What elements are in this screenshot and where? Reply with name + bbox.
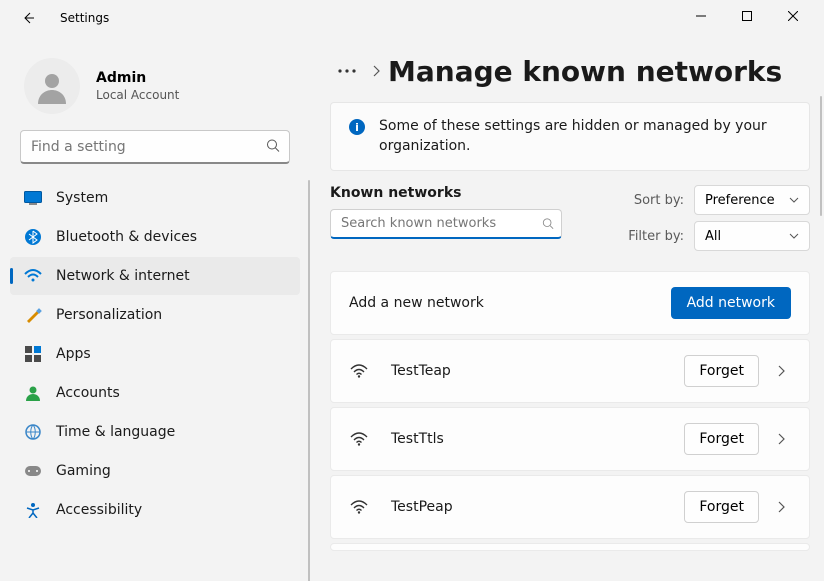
filter-by-label: Filter by: xyxy=(628,229,684,244)
system-icon xyxy=(24,189,42,207)
known-networks-controls: Known networks Sort by: Preference Filte… xyxy=(330,185,810,251)
chevron-right-icon xyxy=(777,501,785,513)
add-network-button[interactable]: Add network xyxy=(671,287,791,319)
window-title: Settings xyxy=(60,11,109,25)
sidebar-item-label: Accounts xyxy=(56,385,120,401)
network-cards: Add a new network Add network TestTeap F… xyxy=(330,271,810,551)
chevron-right-icon xyxy=(777,433,785,445)
find-setting-search[interactable] xyxy=(20,130,290,164)
gaming-icon xyxy=(24,462,42,480)
sidebar-item-label: Accessibility xyxy=(56,502,142,518)
sidebar: Admin Local Account System Bluetooth & d… xyxy=(0,36,310,581)
profile-text: Admin Local Account xyxy=(96,70,179,102)
window-controls xyxy=(678,0,816,36)
sidebar-item-time-language[interactable]: Time & language xyxy=(10,413,300,451)
maximize-button[interactable] xyxy=(724,0,770,32)
org-managed-banner: i Some of these settings are hidden or m… xyxy=(330,102,810,171)
dropdown-value: Preference xyxy=(705,193,775,208)
sort-by-dropdown[interactable]: Preference xyxy=(694,185,810,215)
minimize-button[interactable] xyxy=(678,0,724,32)
person-icon xyxy=(34,68,70,104)
chevron-right-icon xyxy=(372,62,380,81)
close-icon xyxy=(788,11,798,21)
titlebar: Settings xyxy=(0,0,824,36)
sidebar-item-label: Time & language xyxy=(56,424,175,440)
find-setting-input[interactable] xyxy=(20,130,290,164)
chevron-down-icon xyxy=(789,197,799,203)
sidebar-item-label: Bluetooth & devices xyxy=(56,229,197,245)
expand-button[interactable] xyxy=(777,498,791,517)
dropdown-value: All xyxy=(705,229,721,244)
settings-window: Settings Admin Local Account xyxy=(0,0,824,581)
known-networks-search[interactable] xyxy=(330,209,562,239)
network-name: TestTtls xyxy=(391,431,444,447)
search-icon xyxy=(542,215,554,234)
chevron-right-icon xyxy=(777,365,785,377)
sidebar-item-label: Apps xyxy=(56,346,91,362)
network-item[interactable]: TestTeap Forget xyxy=(330,339,810,403)
sidebar-item-personalization[interactable]: Personalization xyxy=(10,296,300,334)
sidebar-item-label: Personalization xyxy=(56,307,162,323)
wifi-icon xyxy=(24,267,42,285)
content: Manage known networks i Some of these se… xyxy=(310,36,824,581)
expand-button[interactable] xyxy=(777,430,791,449)
network-item[interactable]: TestPeap Forget xyxy=(330,475,810,539)
profile-subtitle: Local Account xyxy=(96,88,179,102)
sidebar-item-network[interactable]: Network & internet xyxy=(10,257,300,295)
known-networks-heading: Known networks xyxy=(330,185,628,201)
maximize-icon xyxy=(742,11,752,21)
wifi-icon xyxy=(349,361,369,381)
accessibility-icon xyxy=(24,501,42,519)
apps-icon xyxy=(24,345,42,363)
filter-by-dropdown[interactable]: All xyxy=(694,221,810,251)
network-name: TestTeap xyxy=(391,363,451,379)
profile-block[interactable]: Admin Local Account xyxy=(0,44,310,130)
accounts-icon xyxy=(24,384,42,402)
wifi-icon xyxy=(349,429,369,449)
arrow-left-icon xyxy=(20,10,36,26)
known-networks-search-input[interactable] xyxy=(330,209,562,239)
sidebar-item-accessibility[interactable]: Accessibility xyxy=(10,491,300,529)
banner-text: Some of these settings are hidden or man… xyxy=(379,117,791,156)
ellipsis-icon xyxy=(338,69,356,73)
paintbrush-icon xyxy=(24,306,42,324)
page-title: Manage known networks xyxy=(388,55,782,88)
network-name: TestPeap xyxy=(391,499,453,515)
add-network-label: Add a new network xyxy=(349,295,484,311)
content-scrollbar[interactable] xyxy=(820,96,822,216)
search-icon xyxy=(266,138,280,157)
sidebar-item-label: Network & internet xyxy=(56,268,190,284)
breadcrumb-more-button[interactable] xyxy=(330,54,364,88)
sidebar-item-accounts[interactable]: Accounts xyxy=(10,374,300,412)
bluetooth-icon xyxy=(24,228,42,246)
avatar xyxy=(24,58,80,114)
nav: System Bluetooth & devices Network & int… xyxy=(0,178,310,581)
body: Admin Local Account System Bluetooth & d… xyxy=(0,36,824,581)
sidebar-item-label: System xyxy=(56,190,108,206)
time-language-icon xyxy=(24,423,42,441)
minimize-icon xyxy=(696,11,706,21)
info-icon: i xyxy=(349,119,365,135)
network-item-partial[interactable] xyxy=(330,543,810,551)
wifi-icon xyxy=(349,497,369,517)
sidebar-item-apps[interactable]: Apps xyxy=(10,335,300,373)
sort-by-label: Sort by: xyxy=(628,193,684,208)
forget-button[interactable]: Forget xyxy=(684,423,759,455)
forget-button[interactable]: Forget xyxy=(684,491,759,523)
sidebar-item-gaming[interactable]: Gaming xyxy=(10,452,300,490)
chevron-down-icon xyxy=(789,233,799,239)
add-network-card: Add a new network Add network xyxy=(330,271,810,335)
close-button[interactable] xyxy=(770,0,816,32)
breadcrumb: Manage known networks xyxy=(330,54,810,88)
sidebar-item-bluetooth[interactable]: Bluetooth & devices xyxy=(10,218,300,256)
expand-button[interactable] xyxy=(777,362,791,381)
sidebar-item-label: Gaming xyxy=(56,463,111,479)
sidebar-item-system[interactable]: System xyxy=(10,179,300,217)
network-item[interactable]: TestTtls Forget xyxy=(330,407,810,471)
forget-button[interactable]: Forget xyxy=(684,355,759,387)
profile-name: Admin xyxy=(96,70,179,86)
back-button[interactable] xyxy=(16,6,40,30)
